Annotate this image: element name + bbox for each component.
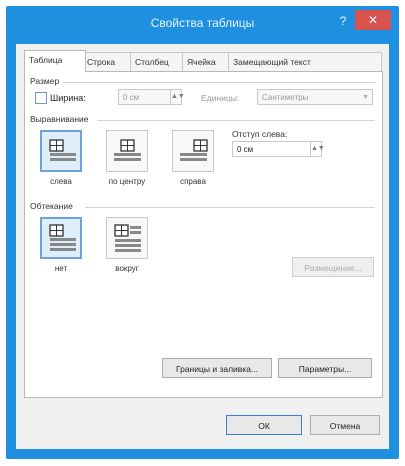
tab-table[interactable]: Таблица [24,50,86,72]
indent-input[interactable]: 0 см ▲▼ [232,141,325,157]
width-spinner-icon[interactable]: ▲▼ [170,90,185,104]
alignment-section-label: Выравнивание [30,114,89,124]
table-align-center-icon [114,139,141,161]
alignment-divider [97,120,375,121]
units-label: Единицы: [201,93,240,103]
table-align-right-icon [180,139,208,161]
width-checkbox-box[interactable] [35,92,47,104]
size-divider [63,82,375,83]
cancel-button[interactable]: Отмена [310,415,380,435]
table-align-left-icon [49,139,76,161]
align-right-caption: справа [180,177,206,186]
indent-value: 0 см [237,145,254,154]
wrap-around-caption: вокруг [115,264,139,273]
wrap-none-icon [49,224,76,251]
dialog-client-area: Таблица Строка Столбец Ячейка Замещающий… [16,44,389,449]
wrap-none-option[interactable] [40,217,82,259]
indent-spinner-icon[interactable]: ▲▼ [310,142,325,156]
units-select[interactable]: Сантиметры ▼ [257,89,373,105]
positioning-button[interactable]: Размещение... [292,257,374,277]
table-options-button[interactable]: Параметры... [278,358,372,378]
help-button[interactable]: ? [333,12,353,30]
align-right-option[interactable] [172,130,214,172]
width-checkbox-label: Ширина: [50,93,86,103]
wrap-none-caption: нет [54,264,68,273]
width-value: 0 см [123,93,140,102]
dialog-window: Свойства таблицы ? ✕ Таблица Строка Стол… [6,6,399,459]
close-button[interactable]: ✕ [355,10,391,30]
wrap-around-option[interactable] [106,217,148,259]
chevron-down-icon: ▼ [362,94,369,101]
wrap-around-icon [114,224,141,252]
wrap-divider [85,207,375,208]
tab-alt-text[interactable]: Замещающий текст [228,52,382,71]
width-checkbox[interactable]: Ширина: [35,92,86,104]
size-section-label: Размер [30,76,60,86]
tab-strip: Таблица Строка Столбец Ячейка Замещающий… [24,50,382,72]
units-value: Сантиметры [262,93,309,102]
align-left-caption: слева [50,177,72,186]
tab-column[interactable]: Столбец [130,52,188,71]
ok-button[interactable]: ОК [226,415,302,435]
tab-panel-table: Размер Ширина: 0 см ▲▼ Единицы: Сантимет… [24,71,383,398]
wrap-section-label: Обтекание [30,201,73,211]
borders-and-shading-button[interactable]: Границы и заливка... [162,358,272,378]
tab-cell[interactable]: Ячейка [182,52,234,71]
align-center-caption: по центру [108,177,146,186]
width-input[interactable]: 0 см ▲▼ [118,89,185,105]
tab-row[interactable]: Строка [82,52,136,71]
indent-label: Отступ слева: [232,129,288,139]
align-center-option[interactable] [106,130,148,172]
align-left-option[interactable] [40,130,82,172]
